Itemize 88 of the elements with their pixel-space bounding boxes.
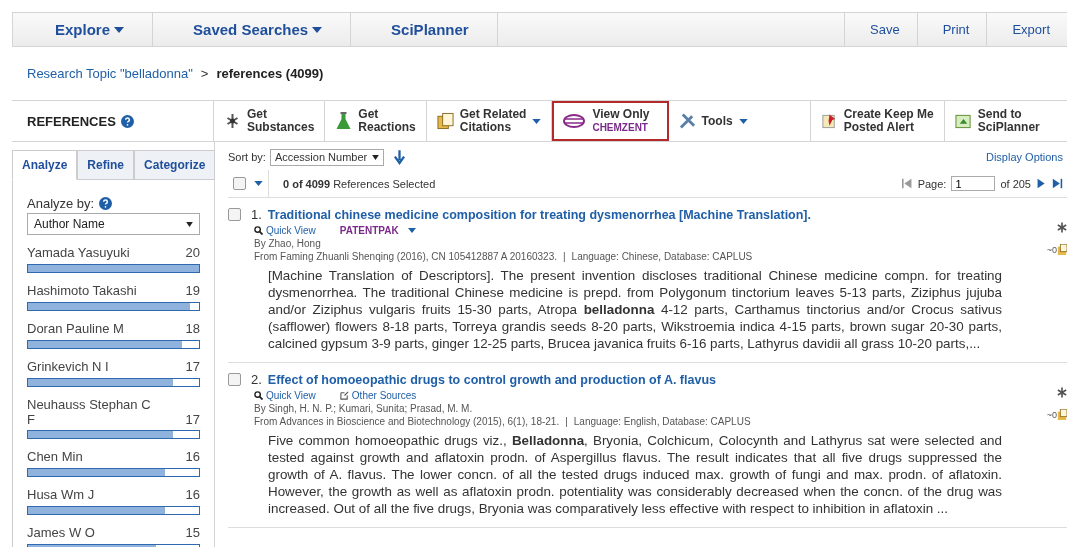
nav-menu[interactable]: SciPlanner [351,13,498,46]
result-link[interactable]: PATENTPAK [339,225,416,236]
author-name[interactable]: James W O [27,525,95,541]
flask-icon [335,112,353,130]
caret-icon [312,26,323,33]
result-checkbox[interactable] [228,208,241,221]
magnifier-icon [254,391,263,400]
page-label: Page: [917,177,947,190]
tab[interactable]: Analyze [12,150,78,180]
result-link[interactable]: Quick View [254,390,316,401]
breadcrumb-link[interactable]: Research Topic "belladonna" [27,66,193,81]
result-abstract: Five common homoeopathic drugs viz., Belladonna, Bryonia, Colchicum, Colocynth and Lathyrus sat were selected and tested against growth and aflatoxin prodn. of Aspergillus flavus. The result indicates that all five drugs suppressed the growth of A. flavus. The lower concn. of all the tested drugs induced max. growth of fungi and max. prodn. of aflatoxin. However, the growth as well as aflatoxin prodn. potentiality was considerably decreased when the concn. of the drug was increased. Out of all the five drugs, Bryonia was comparatively less effective with respect to inhibition in aflatoxin ... [268,432,1002,517]
author-count: 19 [185,283,200,299]
caret-icon [114,26,125,33]
citation-count: ~0 [1046,245,1057,255]
next-page-icon[interactable] [1036,178,1047,189]
author-name[interactable]: Neuhauss Stephan C F [27,397,152,427]
author-count: 20 [185,245,200,261]
nav-link[interactable]: Save [844,13,917,46]
result-link[interactable]: Quick View [254,225,316,236]
documents-icon[interactable] [1057,409,1067,421]
author-name[interactable]: Husa Wm J [27,487,95,503]
caret-icon [738,118,748,124]
citation-count: ~0 [1046,410,1057,420]
pin-icon [820,112,838,130]
result-number: 1. [251,207,262,222]
last-page-icon[interactable] [1052,178,1063,189]
author-name[interactable]: Grinkevich N I [27,359,109,375]
separator: | [565,416,568,427]
first-page-icon[interactable] [901,178,913,189]
author-name[interactable]: Chen Min [27,449,83,465]
help-icon[interactable] [99,197,113,210]
tab[interactable]: Refine [77,150,135,180]
toolbar-button[interactable]: View Only CHEMZENT [552,101,669,141]
breadcrumb-current: references (4099) [216,66,324,81]
author-name[interactable]: Yamada Yasuyuki [27,245,130,261]
page-total: of 205 [1000,177,1031,190]
external-link-icon [339,391,349,400]
caret-icon [372,154,380,160]
molecule-icon[interactable] [1057,221,1067,234]
author-count: 16 [185,449,200,465]
caret-icon[interactable] [254,181,263,186]
result-source: From Advances in Bioscience and Biotechnology (2015), 6(1), 18-21. [254,416,560,427]
author-count: 16 [185,487,200,503]
magnifier-icon [254,226,263,235]
result-number: 2. [251,372,262,387]
planner-icon [954,112,972,130]
caret-icon [186,221,193,227]
sort-label: Sort by: [228,151,266,163]
documents-icon[interactable] [1057,244,1067,256]
result-title-link[interactable]: Traditional chinese medicine composition for treating dysmenorrhea [Machine Translation]. [267,207,811,222]
author-count: 17 [185,359,200,375]
section-title: REFERENCES [27,113,116,129]
author-count: 15 [185,525,200,541]
nav-menu[interactable]: Explore [13,13,154,46]
breadcrumb-separator: > [200,66,209,81]
documents-icon [436,112,454,130]
analyze-dropdown[interactable]: Author Name [27,213,200,235]
caret-icon [532,118,542,124]
author-count: 17 [185,412,200,427]
result-title-link[interactable]: Effect of homoeopathic drugs to control growth and production of A. flavus [267,372,716,387]
analyze-label: Analyze by: [27,196,95,211]
author-count: 18 [185,321,200,337]
sort-descending-icon[interactable] [394,149,406,165]
caret-icon [407,228,416,233]
nav-link[interactable]: Export [986,13,1067,46]
molecule-icon[interactable] [1057,386,1067,399]
result-link[interactable]: Other Sources [339,390,417,401]
nav-link[interactable]: Print [916,13,987,46]
author-name[interactable]: Doran Pauline M [27,321,124,337]
author-name[interactable]: Hashimoto Takashi [27,283,137,299]
nav-menu[interactable]: Saved Searches [153,13,352,46]
display-options-link[interactable]: Display Options [985,151,1067,163]
result-source: From Faming Zhuanli Shenqing (2016), CN 105412887 A 20160323. [254,251,557,262]
help-icon[interactable] [120,114,134,128]
result-language: Language: Chinese, Database: CAPLUS [571,251,753,262]
molecule-icon [224,112,241,130]
separator: | [563,251,566,262]
result-checkbox[interactable] [228,373,241,386]
tab[interactable]: Categorize [134,150,216,180]
selection-count: 0 of 4099 References Selected [283,177,436,190]
sort-dropdown[interactable]: Accession Number [269,148,385,166]
result-authors: By Zhao, Hong [253,238,322,249]
result-language: Language: English, Database: CAPLUS [573,416,751,427]
page-input[interactable]: 1 [951,176,996,191]
result-authors: By Singh, H. N. P.; Kumari, Sunita; Prasad, M. M. [253,403,474,414]
chemzent-logo-icon [562,113,587,129]
result-abstract: [Machine Translation of Descriptors]. The present invention discloses traditional Chinese medicine compn. for treating dysmenorrhea. The traditional Chinese medicine is prepd. from Polygonum tinctorium leaves 5-13 parts, Ziziphus jujuba and/or Ziziphus vulgaris fruits 15-30 parts, Atropa belladonna 4-12 parts, Carthamus tinctorius and/or Crocus sativus (safflower) flowers 8-18 parts, Torreya grandis seeds 8-20 parts, Wikstroemia indica 4-15 parts, brown sugar 20-30 parts, calcined gypsum 3-9 parts, ginger 12-25 parts, Brucea javanica fruits 6-16 parts, Lathyrus davidii all grass 10-20 parts,... [268,267,1002,352]
